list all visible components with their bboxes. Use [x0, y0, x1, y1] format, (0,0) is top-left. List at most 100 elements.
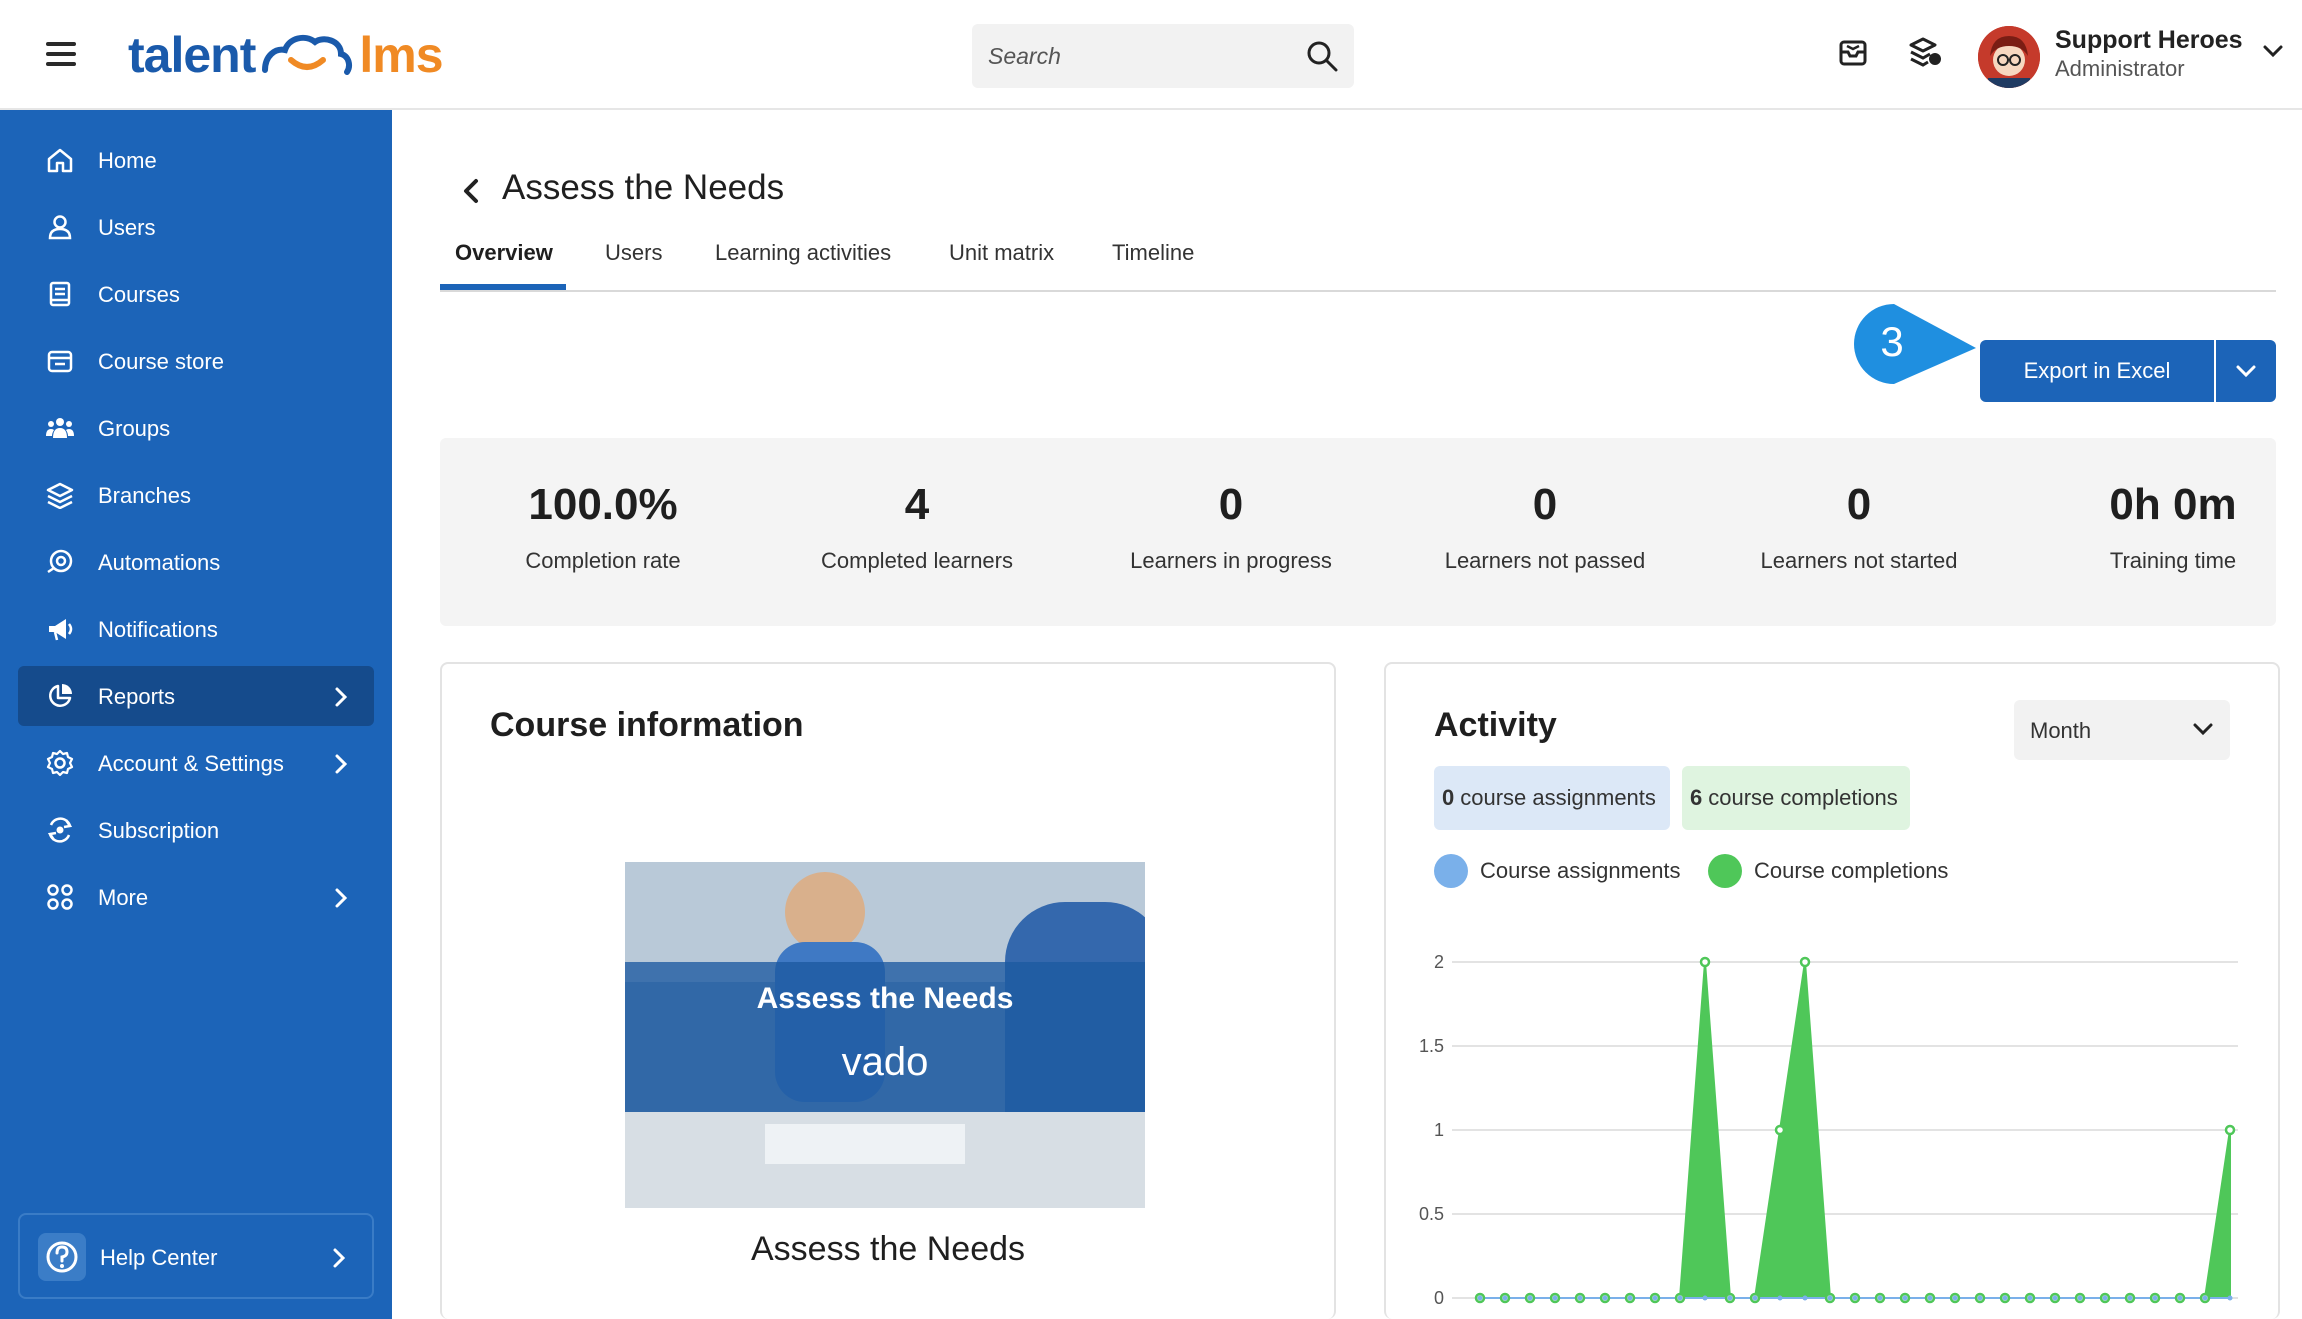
assignments-point	[1827, 1295, 1833, 1301]
store-icon	[47, 350, 73, 373]
assignments-point	[1552, 1295, 1558, 1301]
chevron-right-icon	[335, 754, 348, 774]
sidebar-item-account-settings[interactable]: Account & Settings	[18, 733, 374, 793]
stat-completion-rate: 100.0% Completion rate	[525, 480, 681, 573]
assignments-point	[1927, 1295, 1933, 1301]
switch-role-icon[interactable]	[1908, 36, 1942, 68]
user-icon	[48, 215, 72, 240]
stat-completed-learners: 4 Completed learners	[821, 480, 1013, 573]
sidebar-item-more[interactable]: More	[18, 867, 374, 927]
stat-learners-in-progress: 0 Learners in progress	[1130, 480, 1332, 573]
stat-learners-not-started: 0 Learners not started	[1760, 480, 1958, 573]
tab-bar: Overview Users Learning activities Unit …	[440, 226, 2276, 292]
tab-learning-activities[interactable]: Learning activities	[715, 240, 891, 266]
export-options-toggle[interactable]	[2216, 340, 2276, 402]
assignments-point	[1577, 1295, 1583, 1301]
legend-assignments[interactable]: Course assignments	[1434, 854, 1681, 888]
export-excel-button[interactable]: Export in Excel	[1980, 340, 2214, 402]
assignments-point	[1502, 1295, 1508, 1301]
sidebar-item-courses[interactable]: Courses	[18, 264, 374, 324]
period-select[interactable]: Month	[2014, 700, 2230, 760]
activity-title: Activity	[1434, 706, 1557, 744]
user-role: Administrator	[2055, 56, 2185, 81]
menu-icon[interactable]	[46, 42, 76, 66]
step-callout: 3	[1854, 304, 1976, 384]
chevron-right-icon	[335, 888, 348, 908]
y-tick-label: 1	[1434, 1120, 1444, 1140]
assignments-point	[1777, 1295, 1783, 1301]
activity-card: Activity Month 0 course assignments 6 cour…	[1384, 662, 2280, 1319]
chevron-down-icon	[2236, 365, 2256, 378]
subscription-icon	[47, 817, 73, 843]
assignments-point	[2152, 1295, 2158, 1301]
course-information-card: Course information Assess the Needs vado…	[440, 662, 1336, 1319]
course-name: Assess the Needs	[750, 1230, 1026, 1268]
book-icon	[49, 281, 71, 307]
avatar	[1978, 26, 2040, 88]
assignments-point	[1627, 1295, 1633, 1301]
completions-point	[1799, 956, 1811, 968]
y-tick-label: 0	[1434, 1288, 1444, 1308]
completions-point	[2224, 1124, 2236, 1136]
tab-users[interactable]: Users	[605, 240, 662, 266]
assignments-point	[1802, 1295, 1808, 1301]
sidebar-item-automations[interactable]: Automations	[18, 532, 374, 592]
chevron-right-icon	[333, 1248, 346, 1268]
completions-point	[1774, 1124, 1786, 1136]
home-icon	[47, 148, 73, 173]
activity-chart: 0 0.5 1 1.5 2	[1419, 952, 2238, 1308]
page-title: Assess the Needs	[502, 168, 785, 207]
assignments-count-badge: 0 course assignments	[1434, 766, 1670, 830]
tab-unit-matrix[interactable]: Unit matrix	[949, 240, 1054, 266]
y-tick-label: 2	[1434, 952, 1444, 972]
assignments-point	[2002, 1295, 2008, 1301]
layers-icon	[46, 482, 74, 509]
user-menu[interactable]: Support Heroes Administrator	[1978, 20, 2284, 96]
sidebar-item-users[interactable]: Users	[18, 197, 374, 257]
search-input[interactable]	[988, 24, 1288, 88]
search-icon[interactable]	[1306, 40, 1338, 72]
tab-timeline[interactable]: Timeline	[1112, 240, 1194, 266]
assignments-point	[1977, 1295, 1983, 1301]
completions-count-badge: 6 course completions	[1682, 766, 1910, 830]
sidebar: Home Users Courses Course store Groups B…	[0, 110, 392, 1319]
talentlms-logo[interactable]: talent lms	[128, 22, 444, 88]
chevron-right-icon	[335, 687, 348, 707]
assignments-point	[1677, 1295, 1683, 1301]
pie-chart-icon	[49, 684, 72, 707]
chevron-down-icon[interactable]	[2262, 44, 2284, 58]
course-image-brand: vado	[841, 1040, 929, 1084]
grid-icon	[47, 884, 73, 910]
sidebar-item-course-store[interactable]: Course store	[18, 331, 374, 391]
y-tick-label: 1.5	[1419, 1036, 1444, 1056]
sidebar-item-groups[interactable]: Groups	[18, 398, 374, 458]
tab-overview[interactable]: Overview	[455, 240, 553, 266]
assignments-point	[2027, 1295, 2033, 1301]
assignments-point	[1652, 1295, 1658, 1301]
assignments-point	[2227, 1295, 2233, 1301]
assignments-point	[2202, 1295, 2208, 1301]
assignments-point	[1527, 1295, 1533, 1301]
course-thumbnail[interactable]: Assess the Needs vado	[625, 862, 1145, 1208]
sidebar-item-subscription[interactable]: Subscription	[18, 800, 374, 860]
completions-point	[1699, 956, 1711, 968]
assignments-point	[1477, 1295, 1483, 1301]
stat-learners-not-passed: 0 Learners not passed	[1444, 480, 1646, 573]
stats-panel: 100.0% Completion rate 4 Completed learn…	[440, 438, 2276, 626]
sidebar-item-branches[interactable]: Branches	[18, 465, 374, 525]
assignments-point	[1902, 1295, 1908, 1301]
automation-icon	[47, 549, 73, 574]
legend-completions[interactable]: Course completions	[1708, 854, 1948, 888]
back-arrow-icon[interactable]	[460, 176, 482, 206]
top-header: talent lms Search Support Heroes Adminis…	[0, 0, 2302, 110]
assignments-point	[1752, 1295, 1758, 1301]
help-center-button[interactable]: Help Center	[18, 1213, 374, 1299]
megaphone-icon	[49, 619, 73, 641]
sidebar-item-home[interactable]: Home	[18, 130, 374, 190]
messages-icon[interactable]	[1838, 36, 1868, 68]
assignments-point	[2127, 1295, 2133, 1301]
sidebar-item-notifications[interactable]: Notifications	[18, 599, 374, 659]
sidebar-item-reports[interactable]: Reports	[18, 666, 374, 726]
callout-number: 3	[1880, 318, 1903, 365]
y-tick-label: 0.5	[1419, 1204, 1444, 1224]
